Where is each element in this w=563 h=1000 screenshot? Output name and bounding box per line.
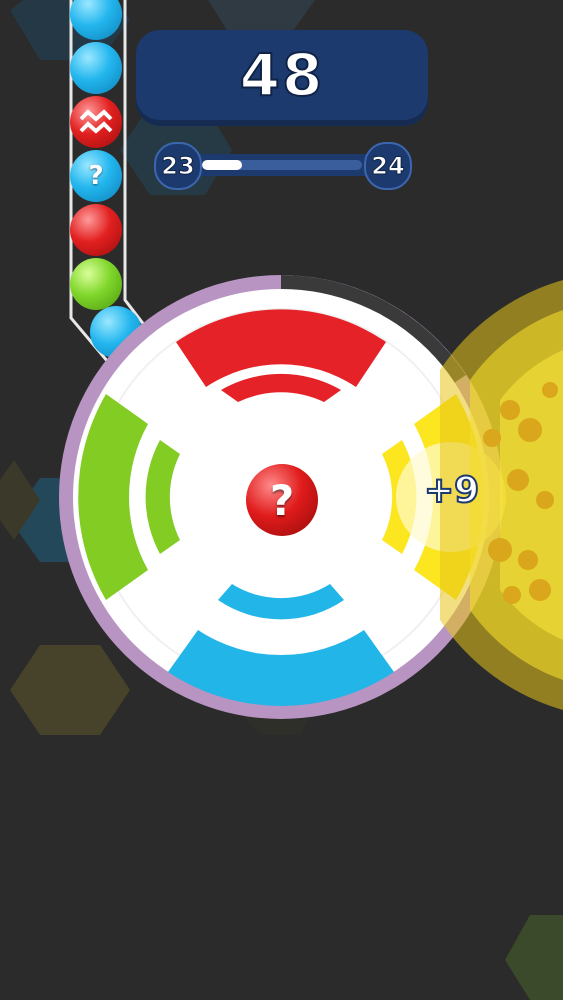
zigzag-icon	[79, 109, 113, 134]
level-progress-fill	[202, 160, 242, 170]
queue-ball-blue	[70, 42, 122, 94]
queue-ball-red	[70, 204, 122, 256]
score-value: 48	[239, 40, 325, 110]
level-track-inner	[202, 160, 362, 170]
question-icon: ?	[88, 161, 104, 191]
bg-hexagon	[505, 915, 563, 1000]
queue-ball-red	[70, 96, 122, 148]
queue-ball-blue: ?	[70, 150, 122, 202]
next-level-badge: 24	[364, 142, 412, 190]
current-level-badge: 23	[154, 142, 202, 190]
level-progress-bar: 23 24	[154, 142, 412, 190]
level-track	[172, 154, 392, 176]
score-panel: 48	[136, 30, 428, 120]
points-popup: +9	[423, 469, 480, 512]
center-mystery-ball[interactable]: ?	[246, 464, 318, 536]
